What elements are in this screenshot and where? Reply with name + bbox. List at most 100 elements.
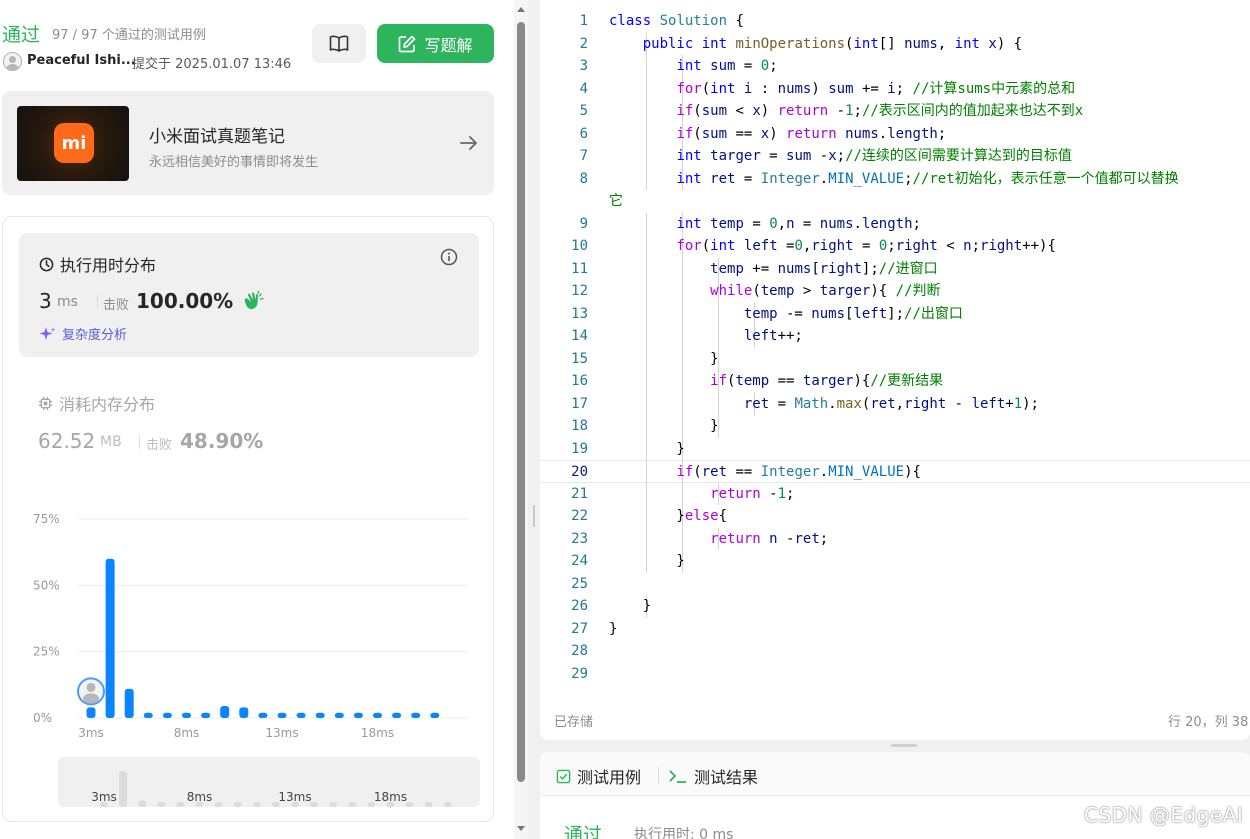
tab-divider (658, 767, 659, 783)
code-line[interactable]: 8 int ret = Integer.MIN_VALUE;//ret初始化，表… (540, 167, 1250, 191)
code-line[interactable]: 28 (540, 640, 1250, 663)
code-text[interactable]: ret = Math.max(ret,right - left+1); (609, 393, 1039, 416)
resize-grip[interactable] (533, 505, 535, 527)
code-text[interactable]: for(int left =0,right = 0;right < n;righ… (609, 235, 1055, 258)
code-text[interactable]: } (609, 595, 651, 618)
code-line[interactable]: 24 } (540, 550, 1250, 573)
code-text[interactable]: } (609, 348, 718, 371)
line-number: 7 (579, 148, 588, 164)
y-tick-label: 25% (33, 645, 60, 659)
scroll-down-arrow-icon[interactable] (517, 826, 525, 831)
horizontal-resize-handle[interactable] (891, 744, 917, 747)
code-line[interactable]: 21 return -1; (540, 482, 1250, 506)
code-line[interactable]: 27} (540, 618, 1250, 641)
code-text[interactable]: temp -= nums[left];//出窗口 (609, 303, 963, 326)
left-panel-scrollbar[interactable] (514, 0, 528, 839)
code-line[interactable]: 7 int targer = sum -x;//连续的区间需要计算达到的目标值 (540, 145, 1250, 168)
range-selector-chart: 3ms 8ms 13ms 18ms (91, 771, 452, 807)
code-line[interactable]: 25 (540, 573, 1250, 596)
code-line[interactable]: 23 return n -ret; (540, 527, 1250, 551)
code-line[interactable]: 13 temp -= nums[left];//出窗口 (540, 302, 1250, 326)
chart-range-selector[interactable]: 3ms 8ms 13ms 18ms (58, 757, 480, 807)
code-text[interactable]: temp += nums[right];//进窗口 (609, 258, 937, 281)
minimap-tick-label: 8ms (187, 790, 213, 804)
code-text[interactable]: public int minOperations(int[] nums, int… (609, 33, 1022, 56)
code-line[interactable]: 5 if(sum < x) return -1;//表示区间内的值加起来也达不到… (540, 100, 1250, 123)
promo-subtitle: 永远相信美好的事情即将发生 (149, 155, 319, 170)
code-line[interactable]: 15 } (540, 347, 1250, 371)
promo-card[interactable]: mi 小米面试真题笔记 永远相信美好的事情即将发生 (2, 91, 494, 195)
minimap-bar (176, 802, 185, 807)
panel-resize-handle[interactable] (528, 0, 540, 839)
notes-button[interactable] (312, 24, 366, 63)
code-text[interactable]: while(temp > targer){ //判断 (609, 280, 940, 303)
code-line[interactable]: 4 for(int i : nums) sum += i; //计算sums中元… (540, 77, 1250, 101)
code-text[interactable]: int ret = Integer.MIN_VALUE;//ret初始化，表示任… (609, 168, 1178, 191)
code-text[interactable]: if(temp == targer){//更新结果 (609, 370, 943, 393)
code-text[interactable]: int temp = 0,n = nums.length; (609, 213, 921, 236)
code-text[interactable]: }else{ (609, 505, 727, 528)
line-number: 11 (571, 260, 588, 277)
code-text[interactable]: left++; (609, 325, 803, 348)
code-text[interactable]: class Solution { (609, 10, 744, 33)
bar (296, 712, 306, 718)
tab-test-result[interactable]: 测试结果 (668, 764, 758, 788)
code-line[interactable]: 26 } (540, 595, 1250, 618)
username[interactable]: Peaceful Ishi... (27, 53, 136, 68)
tab-testcase[interactable]: 测试用例 (556, 764, 641, 788)
code-line[interactable]: 12 while(temp > targer){ //判断 (540, 280, 1250, 303)
code-line[interactable]: 它 (540, 190, 1250, 213)
avatar-head (86, 682, 96, 692)
code-text[interactable]: } (609, 415, 718, 438)
code-text[interactable]: if(sum == x) return nums.length; (609, 123, 946, 146)
code-line[interactable]: 1 class Solution { (540, 10, 1250, 33)
bar (143, 712, 153, 718)
code-line[interactable]: 20 if(ret == Integer.MIN_VALUE){ (540, 460, 1250, 484)
scrollbar-thumb[interactable] (517, 22, 525, 782)
code-text[interactable]: if(sum < x) return -1;//表示区间内的值加起来也达不到x (609, 100, 1083, 123)
code-line[interactable]: 19 } (540, 437, 1250, 461)
code-line[interactable]: 2 public int minOperations(int[] nums, i… (540, 32, 1250, 56)
user-avatar[interactable] (3, 52, 22, 71)
code-line[interactable]: 3 int sum = 0; (540, 55, 1250, 78)
code-text[interactable]: if(ret == Integer.MIN_VALUE){ (609, 461, 920, 484)
bar (353, 712, 363, 718)
code-text[interactable]: } (609, 618, 617, 641)
your-submission-avatar-marker[interactable] (77, 677, 105, 706)
terminal-icon (669, 770, 686, 783)
write-solution-button[interactable]: 写题解 (377, 24, 494, 63)
code-text[interactable]: return n -ret; (609, 528, 828, 551)
line-number: 22 (571, 508, 588, 524)
code-line[interactable]: 17 ret = Math.max(ret,right - left+1); (540, 392, 1250, 416)
test-panel-tabs: 测试用例 测试结果 (540, 752, 1250, 796)
code-text[interactable]: 它 (609, 190, 623, 213)
checkbox-icon (556, 769, 571, 783)
code-text[interactable]: return -1; (609, 483, 794, 506)
code-text[interactable]: } (609, 438, 684, 461)
runtime-distribution-chart[interactable]: 0% 25% 50% 75% 3ms 8ms 13ms 18ms (3, 217, 495, 757)
code-line[interactable]: 18 } (540, 415, 1250, 438)
line-number: 24 (571, 553, 588, 569)
code-line[interactable]: 9 int temp = 0,n = nums.length; (540, 212, 1250, 236)
line-number: 1 (579, 13, 588, 29)
code-text[interactable]: int targer = sum -x;//连续的区间需要计算达到的目标值 (609, 145, 1072, 168)
code-line[interactable]: 29 (540, 663, 1250, 686)
minimap-bar (424, 802, 433, 807)
line-number: 6 (579, 125, 588, 142)
code-line[interactable]: 6 if(sum == x) return nums.length; (540, 122, 1250, 146)
code-line[interactable]: 14 left++; (540, 325, 1250, 348)
code-line[interactable]: 10 for(int left =0,right = 0;right < n;r… (540, 235, 1250, 258)
code-line[interactable]: 16 if(temp == targer){//更新结果 (540, 370, 1250, 393)
code-text[interactable]: for(int i : nums) sum += i; //计算sums中元素的… (609, 78, 1075, 101)
code-line[interactable]: 11 temp += nums[right];//进窗口 (540, 257, 1250, 281)
code-text[interactable]: } (609, 550, 684, 573)
code-editor[interactable]: 1 class Solution {2 public int minOperati… (540, 0, 1250, 740)
code-line[interactable]: 22 }else{ (540, 505, 1250, 528)
line-number: 17 (571, 395, 588, 412)
bar (411, 712, 421, 718)
scroll-up-arrow-icon[interactable] (517, 7, 525, 12)
bar (392, 712, 402, 718)
code-text[interactable]: int sum = 0; (609, 55, 777, 78)
code-lines[interactable]: 1 class Solution {2 public int minOperati… (540, 10, 1250, 685)
line-number: 23 (571, 530, 588, 547)
